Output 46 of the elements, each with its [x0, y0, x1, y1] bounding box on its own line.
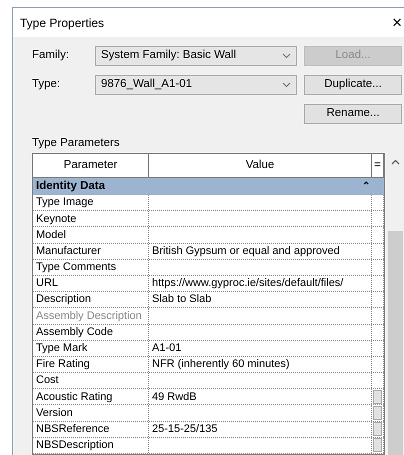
- section-label: Type Parameters: [32, 137, 121, 149]
- value-cell[interactable]: 25-15-25/135: [149, 422, 372, 437]
- scroll-thumb[interactable]: [388, 231, 403, 455]
- formula-button[interactable]: [373, 438, 382, 452]
- field-label: Type:: [31, 77, 62, 92]
- chevron-down-icon: [282, 53, 291, 59]
- value-cell[interactable]: British Gypsum or equal and approved: [149, 244, 372, 259]
- parameter-cell: Assembly Code: [33, 324, 149, 340]
- parameter-cell: Model: [33, 227, 149, 243]
- group-header[interactable]: Identity Data ⌃: [33, 178, 384, 195]
- parameter-cell: Type Comments: [33, 260, 149, 275]
- parameter-cell: Type Image: [33, 195, 149, 210]
- parameter-cell: Fire Rating: [33, 356, 149, 372]
- dialog-button[interactable]: Duplicate...: [304, 75, 402, 95]
- column-header[interactable]: Value: [149, 154, 372, 177]
- value-cell[interactable]: A1-01: [149, 340, 372, 356]
- rename-button[interactable]: Rename...: [304, 104, 402, 124]
- formula-button[interactable]: [373, 390, 382, 404]
- value-cell[interactable]: https://www.gyproc.ie/sites/default/files/: [149, 276, 372, 292]
- parameter-cell: Version: [33, 405, 149, 421]
- parameter-cell: NBSReference: [33, 422, 149, 437]
- close-button[interactable]: ×: [390, 14, 404, 31]
- collapse-icon[interactable]: ⌃: [362, 179, 370, 194]
- formula-button[interactable]: [373, 422, 382, 436]
- value-cell[interactable]: Slab to Slab: [149, 292, 372, 308]
- parameter-cell: Cost: [33, 373, 149, 388]
- column-header[interactable]: Parameter: [33, 154, 149, 177]
- field-label: Family:: [31, 48, 70, 64]
- dropdown[interactable]: 9876_Wall_A1-01: [95, 75, 297, 95]
- parameter-cell: Acoustic Rating: [33, 389, 149, 404]
- column-header[interactable]: =: [372, 154, 384, 177]
- parameter-cell: Keynote: [33, 211, 149, 226]
- parameter-cell: Manufacturer: [33, 244, 149, 259]
- group-title: Identity Data: [36, 178, 106, 194]
- parameter-cell: Description: [33, 292, 149, 308]
- parameter-cell: URL: [33, 276, 149, 292]
- formula-button[interactable]: [373, 406, 382, 420]
- parameter-cell: Type Mark: [33, 340, 149, 356]
- value-cell[interactable]: 49 RwdB: [149, 389, 372, 404]
- parameter-cell: NBSDescription: [33, 438, 149, 453]
- dropdown[interactable]: System Family: Basic Wall: [95, 46, 297, 66]
- window-title: Type Properties: [20, 14, 104, 32]
- parameter-cell: Assembly Description: [33, 308, 149, 324]
- chevron-down-icon: [282, 82, 291, 88]
- scroll-up-icon[interactable]: [391, 159, 400, 165]
- value-cell[interactable]: NFR (inherently 60 minutes): [149, 356, 372, 372]
